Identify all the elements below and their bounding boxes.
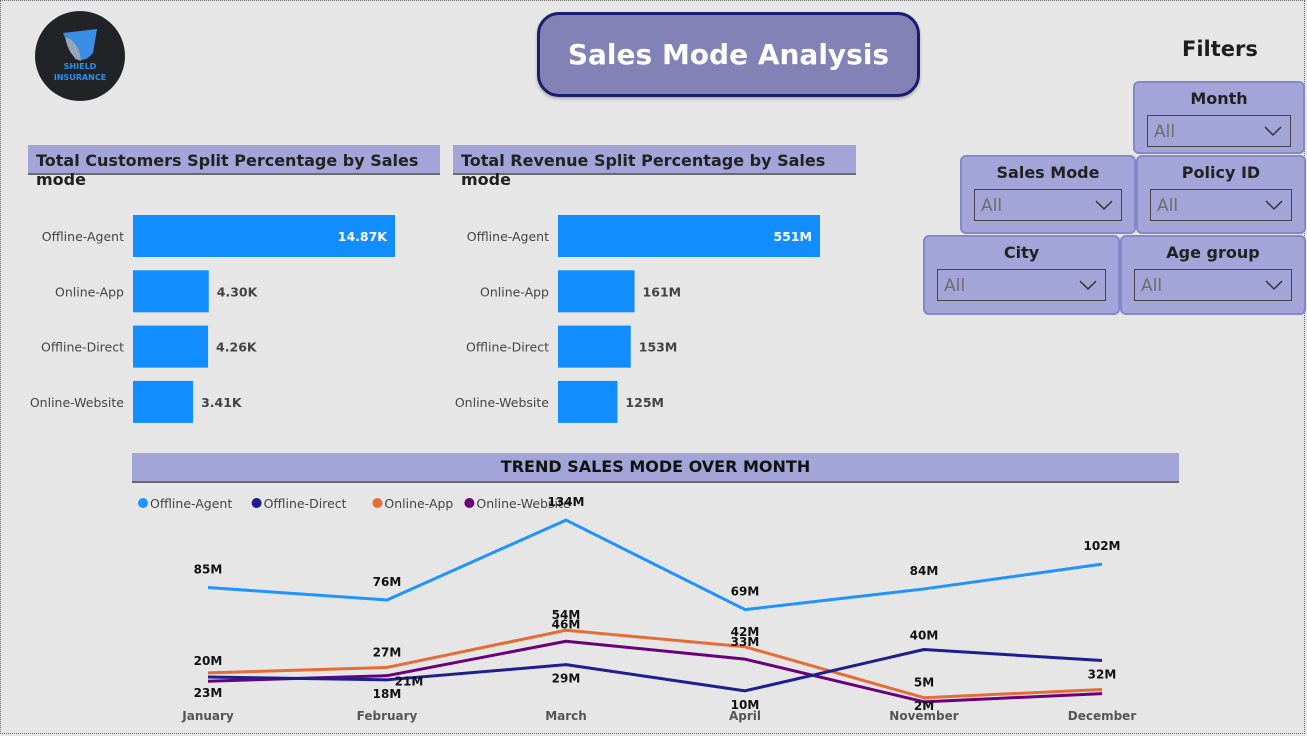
- x-tick-label: March: [545, 709, 587, 723]
- revenue-value-label: 551M: [773, 229, 812, 244]
- series-line[interactable]: [207, 639, 1103, 704]
- customers-value-label: 4.26K: [216, 340, 258, 355]
- data-label: 85M: [194, 563, 223, 577]
- policy-id-dropdown-value: All: [1157, 196, 1179, 216]
- data-label: 76M: [373, 575, 402, 589]
- customers-bar[interactable]: [133, 380, 194, 423]
- sales-mode-slicer: Sales Mode All: [960, 155, 1136, 234]
- age-group-slicer-label: Age group: [1166, 243, 1260, 262]
- revenue-category-label: Online-App: [480, 284, 549, 299]
- customers-bar[interactable]: [133, 270, 209, 313]
- legend-marker: [138, 498, 148, 508]
- chevron-down-icon: [1095, 200, 1113, 211]
- revenue-value-label: 125M: [625, 395, 664, 410]
- sales-mode-slicer-label: Sales Mode: [996, 163, 1100, 182]
- series-line[interactable]: [207, 628, 1103, 700]
- revenue-category-label: Online-Website: [455, 395, 549, 410]
- month-slicer-label: Month: [1190, 89, 1248, 108]
- revenue-value-label: 153M: [639, 340, 678, 355]
- customers-chart-title: Total Customers Split Percentage by Sale…: [28, 145, 440, 189]
- city-slicer: City All: [923, 235, 1120, 315]
- data-label: 23M: [194, 686, 223, 700]
- policy-id-slicer-label: Policy ID: [1181, 163, 1261, 182]
- policy-id-dropdown[interactable]: All: [1150, 189, 1292, 221]
- filters-heading: Filters: [1182, 37, 1258, 61]
- customers-bar[interactable]: [133, 325, 209, 368]
- x-tick-label: January: [181, 709, 234, 723]
- data-label: 5M: [914, 676, 934, 690]
- data-label: 32M: [1088, 667, 1117, 681]
- legend-label[interactable]: Offline-Direct: [264, 496, 347, 511]
- revenue-category-label: Offline-Direct: [466, 340, 549, 355]
- data-label: 40M: [910, 629, 939, 643]
- data-label: 102M: [1084, 539, 1121, 553]
- legend-label[interactable]: Online-App: [384, 496, 453, 511]
- trend-chart-title: TREND SALES MODE OVER MONTH: [132, 453, 1179, 483]
- data-label: 20M: [194, 654, 223, 668]
- logo-line-2: INSURANCE: [53, 73, 107, 82]
- data-label: 29M: [552, 672, 581, 686]
- age-group-dropdown[interactable]: All: [1134, 269, 1292, 301]
- revenue-bar[interactable]: [558, 325, 631, 368]
- logo-line-1: SHIELD: [63, 62, 97, 71]
- revenue-bar-chart: Offline-Agent 551M Online-App 161M Offline-D…: [455, 215, 820, 423]
- customers-category-label: Online-App: [55, 284, 124, 299]
- data-label: 27M: [373, 645, 402, 659]
- policy-id-slicer: Policy ID All: [1136, 155, 1306, 234]
- sales-mode-dropdown-value: All: [981, 196, 1003, 216]
- trend-line-chart: Offline-Agent Offline-Direct Online-App Onl…: [138, 495, 1137, 723]
- month-slicer: Month All: [1133, 81, 1305, 154]
- month-dropdown[interactable]: All: [1147, 115, 1291, 147]
- shield-insurance-logo: SHIELD INSURANCE: [35, 11, 125, 101]
- data-label: 21M: [395, 675, 424, 689]
- customers-value-label: 14.87K: [338, 229, 389, 244]
- legend-marker: [251, 498, 262, 508]
- customers-bar-chart: Offline-Agent 14.87K Online-App 4.30K Offlin…: [30, 215, 395, 423]
- city-slicer-label: City: [1003, 243, 1040, 262]
- data-label: 84M: [910, 564, 939, 578]
- legend-label[interactable]: Offline-Agent: [150, 496, 232, 511]
- data-label: 10M: [731, 698, 760, 712]
- data-label: 18M: [373, 687, 402, 701]
- revenue-chart-title: Total Revenue Split Percentage by Sales …: [453, 145, 856, 189]
- customers-category-label: Offline-Direct: [41, 340, 124, 355]
- customers-category-label: Online-Website: [30, 395, 124, 410]
- page-title: Sales Mode Analysis: [537, 12, 920, 97]
- chevron-down-icon: [1265, 200, 1283, 211]
- revenue-value-label: 161M: [643, 284, 682, 299]
- sales-mode-dropdown[interactable]: All: [974, 189, 1122, 221]
- city-dropdown-value: All: [944, 276, 966, 296]
- shield-icon: [63, 29, 97, 61]
- chevron-down-icon: [1264, 126, 1282, 137]
- customers-category-label: Offline-Agent: [42, 229, 124, 244]
- month-dropdown-value: All: [1154, 122, 1176, 142]
- revenue-bar[interactable]: [558, 270, 635, 313]
- chevron-down-icon: [1079, 280, 1097, 291]
- customers-value-label: 3.41K: [201, 395, 243, 410]
- legend-marker: [464, 498, 475, 508]
- data-label: 46M: [552, 617, 581, 631]
- data-label: 134M: [548, 495, 585, 509]
- x-tick-label: February: [357, 709, 418, 723]
- city-dropdown[interactable]: All: [937, 269, 1106, 301]
- customers-value-label: 4.30K: [217, 284, 259, 299]
- revenue-category-label: Offline-Agent: [467, 229, 549, 244]
- legend-marker: [372, 498, 383, 508]
- data-label: 33M: [731, 635, 760, 649]
- series-line[interactable]: [207, 518, 1103, 612]
- data-label: 69M: [731, 585, 760, 599]
- x-tick-label: December: [1068, 709, 1137, 723]
- chevron-down-icon: [1265, 280, 1283, 291]
- age-group-dropdown-value: All: [1141, 276, 1163, 296]
- revenue-bar[interactable]: [558, 380, 618, 423]
- logo-text: SHIELD INSURANCE: [35, 61, 125, 83]
- age-group-slicer: Age group All: [1120, 235, 1306, 315]
- data-label: 2M: [914, 699, 934, 713]
